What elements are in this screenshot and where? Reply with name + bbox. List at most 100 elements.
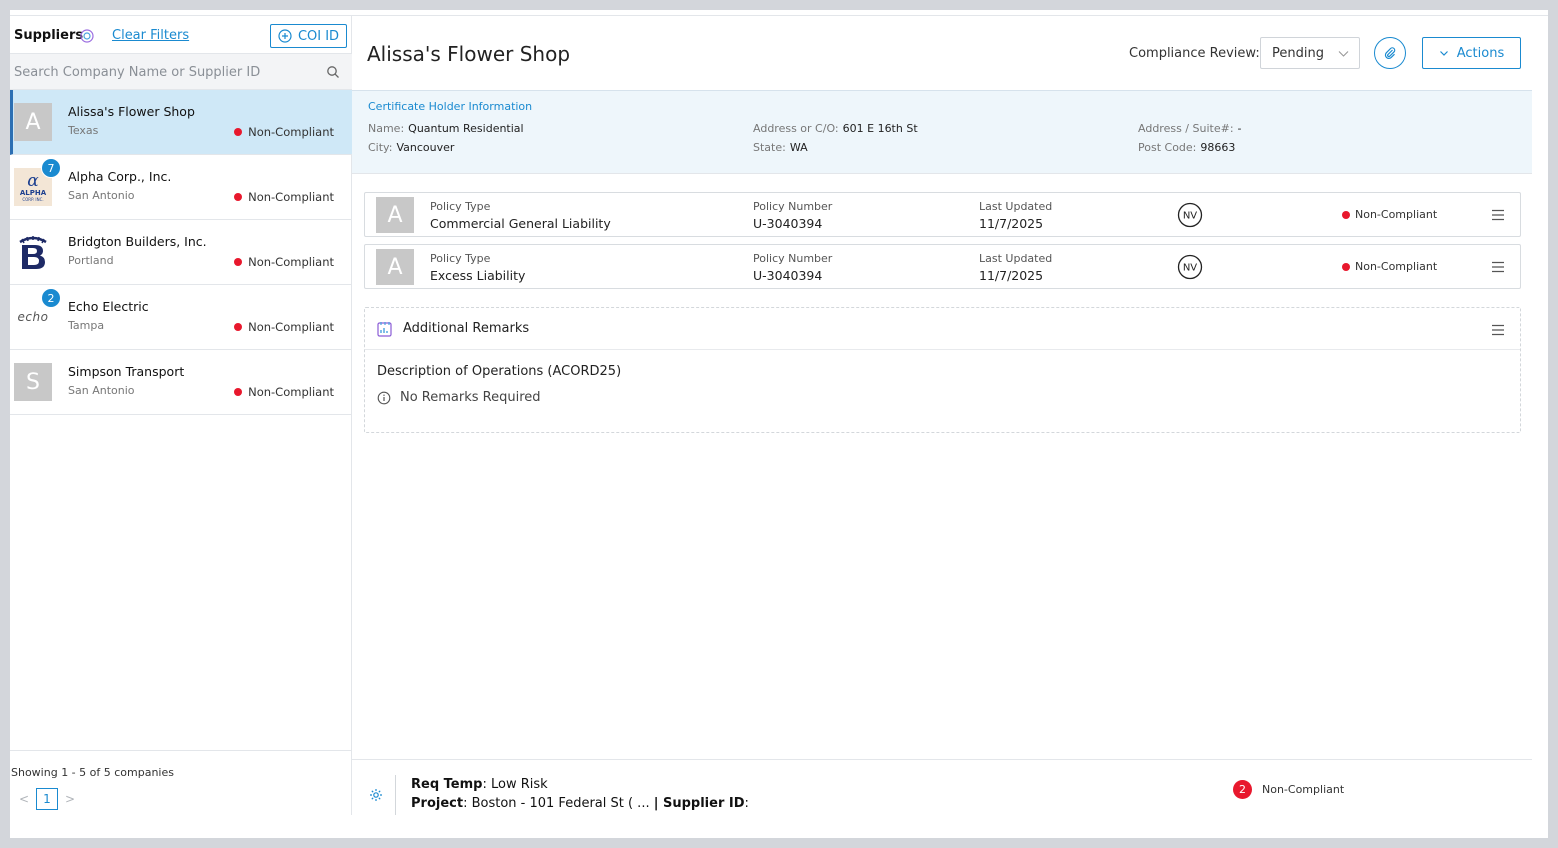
status-badge: Non-Compliant (234, 255, 334, 269)
paperclip-icon (1384, 47, 1396, 60)
compliance-review-select[interactable]: Pending (1260, 37, 1360, 69)
last-updated-label: Last Updated (979, 200, 1053, 213)
status-text: Non-Compliant (248, 125, 334, 139)
status-badge: Non-Compliant (1342, 260, 1437, 273)
page-title: Alissa's Flower Shop (367, 42, 571, 66)
supplier-name: Simpson Transport (68, 364, 185, 379)
supplier-name: Alpha Corp., Inc. (68, 169, 172, 184)
supplier-location: San Antonio (68, 384, 135, 397)
footer-status-text: Non-Compliant (1262, 783, 1345, 796)
remarks-title: Additional Remarks (403, 321, 530, 336)
page-number-button[interactable]: 1 (36, 788, 58, 810)
next-page-icon[interactable]: > (64, 792, 76, 806)
info-icon (377, 391, 391, 404)
search-icon[interactable] (326, 65, 340, 79)
status-badge: Non-Compliant (1342, 208, 1437, 221)
policy-row[interactable]: A Policy Type Excess Liability Policy Nu… (364, 244, 1521, 289)
attachment-button[interactable] (1374, 37, 1406, 69)
bridgton-logo-icon (14, 233, 52, 271)
policy-avatar: A (376, 197, 414, 233)
remarks-header: Additional Remarks (365, 308, 1520, 350)
alpha-logo-subtext: CORP. INC. (22, 196, 44, 202)
last-updated-label: Last Updated (979, 252, 1053, 265)
status-badge: Non-Compliant (234, 320, 334, 334)
cert-state-label: State: (753, 141, 786, 154)
policy-avatar: A (376, 249, 414, 285)
status-dot-icon (234, 193, 243, 201)
avatar: A (14, 103, 52, 141)
last-updated-value: 11/7/2025 (979, 268, 1044, 283)
policy-number-label: Policy Number (753, 200, 833, 213)
cert-city-field: City: Vancouver (368, 141, 454, 154)
policy-row[interactable]: A Policy Type Commercial General Liabili… (364, 192, 1521, 237)
cert-state-value: WA (789, 141, 808, 154)
supplier-name: Alissa's Flower Shop (68, 104, 195, 119)
app-window: Suppliers Clear Filters COI ID Search Co… (10, 10, 1548, 838)
supplier-name: Echo Electric (68, 299, 149, 314)
clear-filters-link[interactable]: Clear Filters (112, 28, 189, 43)
status-badge: Non-Compliant (234, 125, 334, 139)
list-item[interactable]: A Alissa's Flower Shop Texas Non-Complia… (10, 90, 352, 155)
supplier-sidebar: Suppliers Clear Filters COI ID Search Co… (10, 15, 352, 815)
policy-number-value: U-3040394 (753, 216, 823, 231)
cert-suite-field: Address / Suite#: - (1138, 122, 1242, 135)
gear-icon[interactable] (369, 788, 383, 802)
status-dot-icon (1342, 210, 1350, 219)
req-temp-label: Req Temp (411, 777, 483, 792)
noncompliant-count: 2 (1233, 780, 1252, 799)
document-icon (377, 322, 392, 337)
no-remarks-text: No Remarks Required (400, 390, 541, 405)
status-text: Non-Compliant (248, 255, 334, 269)
search-input[interactable] (14, 62, 314, 82)
list-item[interactable]: echo 2 Echo Electric Tampa Non-Compliant (10, 285, 352, 350)
compliance-review-value: Pending (1272, 45, 1324, 61)
ai-sparkle-icon[interactable] (79, 28, 95, 44)
list-item[interactable]: S Simpson Transport San Antonio Non-Comp… (10, 350, 352, 415)
actions-button[interactable]: Actions (1422, 37, 1521, 69)
cert-address-label: Address or C/O: (753, 122, 839, 135)
menu-icon[interactable] (1491, 260, 1505, 274)
policy-type-label: Policy Type (430, 252, 491, 265)
status-dot-icon (234, 388, 243, 396)
coi-id-button[interactable]: COI ID (270, 24, 347, 48)
cert-name-label: Name: (368, 122, 405, 135)
description-title: Description of Operations (ACORD25) (377, 364, 622, 379)
footer-status: 2 Non-Compliant (1233, 780, 1344, 799)
req-temp-value: : Low Risk (482, 777, 548, 792)
policy-type-col: Policy Type Excess Liability (430, 252, 525, 283)
status-dot-icon (234, 258, 243, 266)
divider (395, 775, 396, 815)
status-dot-icon (234, 323, 243, 331)
project-value: : Boston - 101 Federal St ( ... (463, 796, 654, 811)
insurer-logo-icon: NV (1177, 254, 1203, 280)
insurer-mark-text: NV (1183, 211, 1197, 222)
policy-number-value: U-3040394 (753, 268, 823, 283)
cert-address-field: Address or C/O: 601 E 16th St (753, 122, 918, 135)
insurer-logo-icon: NV (1177, 202, 1203, 228)
req-temp-line: Req Temp: Low Risk (411, 777, 548, 792)
last-updated-value: 11/7/2025 (979, 216, 1044, 231)
cert-post-value: 98663 (1200, 141, 1236, 154)
certificate-holder-title: Certificate Holder Information (368, 100, 533, 113)
sidebar-header: Suppliers Clear Filters COI ID (10, 16, 352, 54)
certificate-holder-panel: Certificate Holder Information Name: Quan… (352, 90, 1532, 174)
status-text: Non-Compliant (248, 320, 334, 334)
avatar: S (14, 363, 52, 401)
cert-city-value: Vancouver (396, 141, 455, 154)
list-item[interactable]: α ALPHA CORP. INC. 7 Alpha Corp., Inc. S… (10, 155, 352, 220)
list-item[interactable]: Bridgton Builders, Inc. Portland Non-Com… (10, 220, 352, 285)
supplier-detail: Alissa's Flower Shop Compliance Review: … (352, 15, 1548, 815)
actions-label: Actions (1456, 45, 1505, 61)
policy-type-value: Commercial General Liability (430, 216, 611, 231)
status-dot-icon (1342, 262, 1350, 271)
policy-type-label: Policy Type (430, 200, 491, 213)
status-text: Non-Compliant (248, 385, 334, 399)
menu-icon[interactable] (1491, 208, 1505, 222)
project-label: Project (411, 796, 464, 811)
supplier-location: Texas (68, 124, 99, 137)
prev-page-icon[interactable]: < (18, 792, 30, 806)
search-bar (10, 54, 352, 90)
supplier-location: San Antonio (68, 189, 135, 202)
menu-icon[interactable] (1491, 323, 1505, 337)
cert-state-field: State: WA (753, 141, 808, 154)
